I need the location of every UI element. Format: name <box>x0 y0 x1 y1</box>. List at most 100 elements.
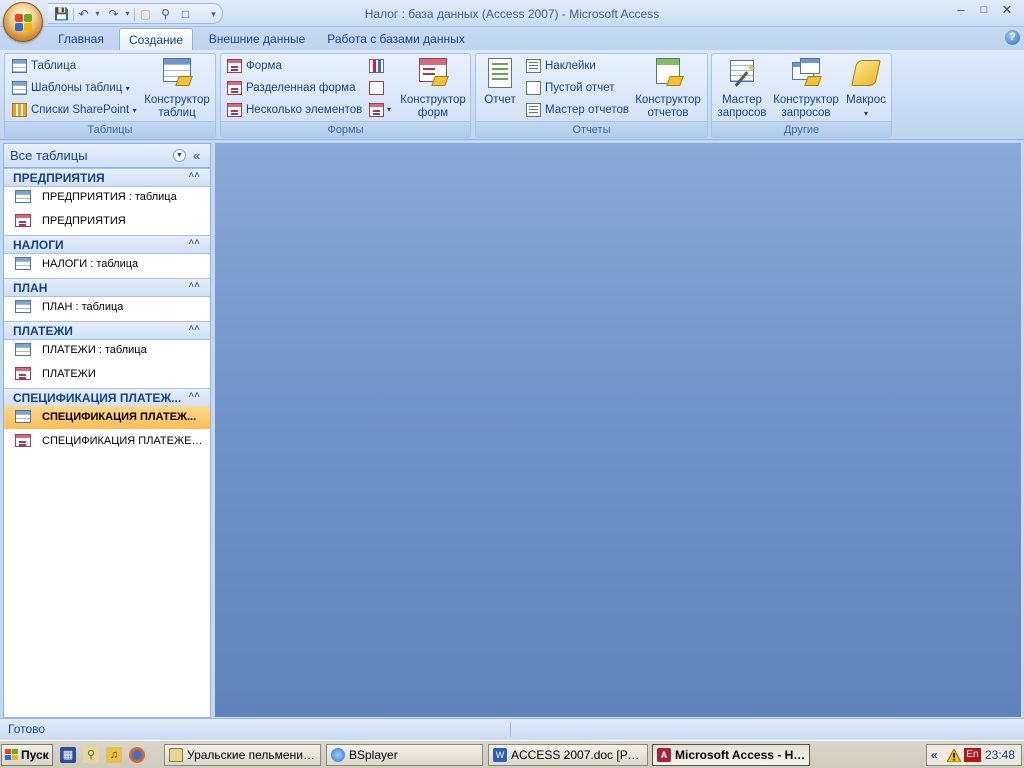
multiple-items-label: Несколько элементов <box>246 104 363 116</box>
taskbar-button-label: Уральские пельмени (Т... <box>187 748 317 762</box>
bsplayer-icon <box>331 748 345 762</box>
group-collapse-icon[interactable]: ˄˄ <box>188 390 200 401</box>
blank-form-icon <box>369 81 384 95</box>
warning-icon[interactable] <box>946 747 962 763</box>
firefox-icon[interactable] <box>129 747 145 763</box>
nav-item[interactable]: ПРЕДПРИЯТИЯ <box>4 210 210 233</box>
blank-report-icon <box>526 81 541 95</box>
nav-group-header[interactable]: ПЛАН ˄˄ <box>4 278 210 297</box>
tab-database-tools[interactable]: Работа с базами данных <box>322 28 470 50</box>
nav-item-label: ПЛАТЕЖИ : таблица <box>42 344 147 356</box>
access-icon: A <box>657 748 671 762</box>
table-designer-icon <box>161 58 193 90</box>
close-button[interactable]: ✕ <box>998 2 1016 18</box>
nav-item[interactable]: НАЛОГИ : таблица <box>4 253 210 276</box>
status-text: Готово <box>8 722 46 736</box>
group-reports: Отчет Наклейки Пустой отчет Мастер отчет… <box>475 53 708 138</box>
nav-header[interactable]: Все таблицы ▼ « <box>4 144 210 168</box>
nav-group-header[interactable]: СПЕЦИФИКАЦИЯ ПЛАТЕЖ... ˄˄ <box>4 388 210 407</box>
blank-form-button[interactable] <box>369 78 387 98</box>
multiple-items-icon <box>227 103 242 117</box>
form-icon <box>15 214 31 227</box>
query-designer-label-1: Конструктор <box>773 94 839 106</box>
window-title: Налог : база данных (Access 2007) - Micr… <box>364 7 660 21</box>
show-desktop-icon[interactable]: ▦ <box>60 747 76 763</box>
taskbar-button-word[interactable]: W ACCESS 2007.doc [Режи... <box>488 744 648 766</box>
document-workspace <box>215 143 1021 717</box>
nav-item[interactable]: ПРЕДПРИЯТИЯ : таблица <box>4 186 210 209</box>
table-icon <box>15 190 31 203</box>
taskbar-button-label: ACCESS 2007.doc [Режи... <box>511 748 644 762</box>
nav-item-label: ПРЕДПРИЯТИЯ <box>42 215 126 227</box>
taskbar-button-bsplayer[interactable]: BSplayer <box>326 744 483 766</box>
nav-item[interactable]: СПЕЦИФИКАЦИЯ ПЛАТЕЖЕЙ ... <box>4 430 210 453</box>
nav-item-label: ПЛАН : таблица <box>42 301 124 313</box>
query-designer-button[interactable]: Конструктор запросов <box>771 58 841 124</box>
table-icon <box>15 343 31 356</box>
media-icon[interactable]: ♫ <box>106 747 122 763</box>
nav-collapse-icon[interactable]: « <box>193 144 200 168</box>
tab-create[interactable]: Создание <box>119 28 193 50</box>
maximize-button[interactable]: □ <box>975 2 993 18</box>
nav-item-selected[interactable]: СПЕЦИФИКАЦИЯ ПЛАТЕЖ... <box>4 406 210 429</box>
nav-group-header[interactable]: ПРЕДПРИЯТИЯ ˄˄ <box>4 168 210 187</box>
table-icon <box>15 257 31 270</box>
form-icon <box>15 367 31 380</box>
form-designer-button[interactable]: Конструктор форм <box>397 58 469 124</box>
nav-item-label: НАЛОГИ : таблица <box>42 258 139 270</box>
table-designer-label-2: таблиц <box>158 107 196 119</box>
nav-header-title: Все таблицы <box>10 148 88 163</box>
search-icon[interactable]: ⚲ <box>83 747 99 763</box>
group-tables-label: Таблицы <box>5 121 215 137</box>
taskbar-button-browser[interactable]: Уральские пельмени (Т... <box>164 744 321 766</box>
nav-group-title: НАЛОГИ <box>13 238 64 252</box>
minimize-button[interactable]: – <box>952 2 970 18</box>
help-icon[interactable]: ? <box>1005 30 1020 45</box>
pivot-chart-icon <box>369 59 384 73</box>
start-button[interactable]: Пуск <box>1 744 53 766</box>
tab-home[interactable]: Главная <box>50 28 112 50</box>
form-designer-label-1: Конструктор <box>400 94 466 106</box>
nav-item[interactable]: ПЛАН : таблица <box>4 296 210 319</box>
macro-label: Макрос <box>846 94 886 106</box>
nav-dropdown-icon[interactable]: ▼ <box>173 149 186 162</box>
more-forms-button[interactable]: ▾ <box>369 100 395 120</box>
group-forms: Форма Разделенная форма Несколько элемен… <box>220 53 471 138</box>
sharepoint-lists-label: Списки SharePoint ▾ <box>31 104 137 116</box>
tab-external-data[interactable]: Внешние данные <box>202 28 312 50</box>
tray-expand-icon[interactable]: « <box>931 745 938 765</box>
group-collapse-icon[interactable]: ˄˄ <box>188 170 200 181</box>
blank-report-label: Пустой отчет <box>545 82 615 94</box>
query-designer-label-2: запросов <box>781 107 831 119</box>
sharepoint-icon <box>12 103 27 117</box>
report-icon <box>484 58 516 90</box>
group-collapse-icon[interactable]: ˄˄ <box>188 237 200 248</box>
form-label: Форма <box>246 60 282 72</box>
table-designer-button[interactable]: Конструктор таблиц <box>141 58 213 124</box>
macro-button[interactable]: Макрос ▾ <box>843 58 889 124</box>
taskbar-button-label: Microsoft Access - На... <box>675 748 806 762</box>
group-collapse-icon[interactable]: ˄˄ <box>188 280 200 291</box>
taskbar-button-access[interactable]: A Microsoft Access - На... <box>652 744 810 766</box>
nav-group-title: ПЛАТЕЖИ <box>13 324 73 338</box>
split-form-label: Разделенная форма <box>246 82 356 94</box>
report-button[interactable]: Отчет <box>480 58 520 124</box>
nav-item[interactable]: ПЛАТЕЖИ <box>4 363 210 386</box>
window-controls: – □ ✕ <box>952 2 1018 20</box>
nav-group-header[interactable]: ПЛАТЕЖИ ˄˄ <box>4 321 210 340</box>
office-button[interactable] <box>3 2 43 42</box>
nav-group-header[interactable]: НАЛОГИ ˄˄ <box>4 235 210 254</box>
report-label: Отчет <box>484 94 516 106</box>
form-designer-icon <box>417 58 449 90</box>
start-label: Пуск <box>21 748 49 762</box>
nav-group-title: ПЛАН <box>13 281 48 295</box>
table-icon <box>15 410 31 423</box>
report-designer-button[interactable]: Конструктор отчетов <box>630 58 706 124</box>
taskbar-button-label: BSplayer <box>349 748 398 762</box>
group-collapse-icon[interactable]: ˄˄ <box>188 323 200 334</box>
pivot-chart-button[interactable] <box>369 56 387 76</box>
language-indicator[interactable]: En <box>964 748 981 762</box>
nav-item[interactable]: ПЛАТЕЖИ : таблица <box>4 339 210 362</box>
nav-group-title: ПРЕДПРИЯТИЯ <box>13 171 105 185</box>
query-wizard-button[interactable]: ✦ Мастер запросов <box>715 58 769 124</box>
